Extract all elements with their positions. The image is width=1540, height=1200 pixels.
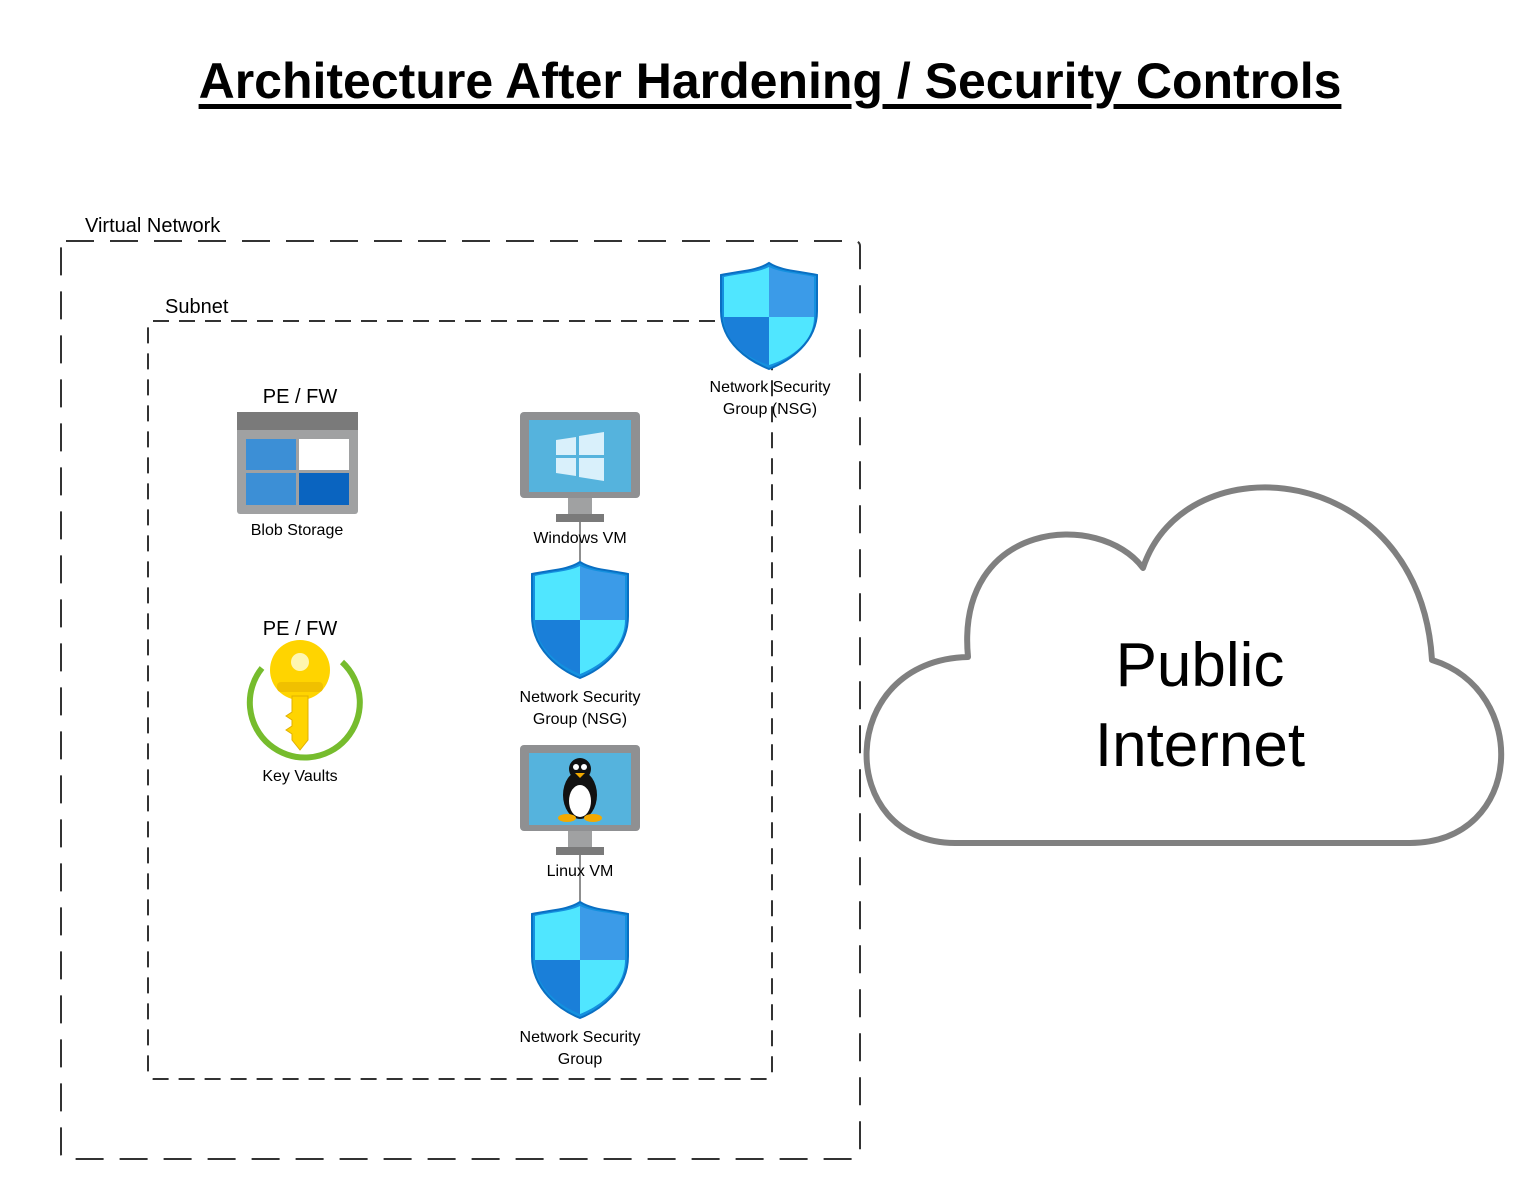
linux-monitor-icon bbox=[520, 745, 640, 855]
shield-icon bbox=[720, 261, 818, 371]
windows-monitor-icon bbox=[520, 412, 640, 522]
blob-storage-pe-fw-tag: PE / FW bbox=[262, 386, 338, 408]
key-vaults-label: Key Vaults bbox=[262, 768, 338, 785]
windows-vm-label: Windows VM bbox=[533, 530, 627, 547]
nsg-vnet-label: Network Security Group (NSG) bbox=[709, 379, 831, 418]
diagram-canvas bbox=[60, 240, 1505, 1160]
blob-storage-label: Blob Storage bbox=[250, 522, 344, 539]
key-icon bbox=[246, 640, 363, 761]
virtual-network-label: Virtual Network bbox=[83, 215, 223, 238]
storage-grid-icon bbox=[237, 412, 358, 514]
shield-icon bbox=[531, 560, 629, 680]
subnet-label: Subnet bbox=[163, 296, 231, 319]
nsg-linux-label: Network Security Group bbox=[519, 1029, 641, 1068]
key-vaults-pe-fw-tag: PE / FW bbox=[262, 618, 338, 640]
shield-icon bbox=[531, 900, 629, 1020]
public-internet-label: Public Internet bbox=[1094, 631, 1306, 780]
nsg-windows-label: Network Security Group (NSG) bbox=[519, 689, 641, 728]
linux-vm-label: Linux VM bbox=[546, 863, 614, 880]
